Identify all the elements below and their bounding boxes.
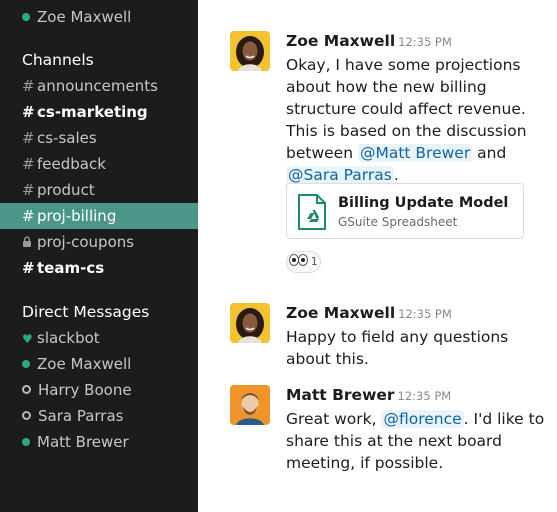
hash-icon: # bbox=[22, 181, 35, 199]
sidebar-item-team-cs[interactable]: # team-cs bbox=[0, 255, 198, 281]
attachment-subtitle: GSuite Spreadsheet bbox=[338, 215, 458, 229]
current-user[interactable]: Zoe Maxwell bbox=[0, 4, 198, 30]
sidebar-item-announcements[interactable]: # announcements bbox=[0, 73, 198, 99]
channel-label: proj-billing bbox=[37, 207, 117, 225]
message-time[interactable]: 12:35 PM bbox=[398, 35, 452, 49]
dm-item-matt-brewer[interactable]: Matt Brewer bbox=[0, 429, 198, 455]
text-fragment: Great work, bbox=[286, 410, 377, 428]
away-status-icon bbox=[22, 411, 31, 420]
message-content: Zoe Maxwell 12:35 PM Happy to field any q… bbox=[286, 303, 556, 370]
dm-label: Sara Parras bbox=[38, 407, 124, 425]
channels-header[interactable]: Channels bbox=[22, 49, 94, 71]
online-status-icon bbox=[22, 13, 30, 21]
text-line: share this at the next board bbox=[286, 432, 502, 450]
dm-item-sara-parras[interactable]: Sara Parras bbox=[0, 403, 198, 429]
dm-label: slackbot bbox=[37, 329, 100, 347]
reaction-count: 1 bbox=[310, 255, 318, 268]
text-fragment: between bbox=[286, 144, 354, 162]
sidebar-item-feedback[interactable]: # feedback bbox=[0, 151, 198, 177]
channel-label: feedback bbox=[37, 155, 106, 173]
dm-item-harry-boone[interactable]: Harry Boone bbox=[0, 377, 198, 403]
eyes-icon bbox=[289, 254, 309, 268]
text-fragment: and bbox=[477, 144, 507, 162]
message-text: Great work, @florence. I'd like to share… bbox=[286, 408, 556, 474]
text-line: Okay, I have some projections bbox=[286, 56, 521, 74]
sidebar-item-proj-coupons[interactable]: proj-coupons bbox=[0, 229, 198, 255]
hash-icon: # bbox=[22, 259, 35, 277]
away-status-icon bbox=[22, 385, 31, 394]
message: Zoe Maxwell 12:35 PM Happy to field any q… bbox=[230, 303, 550, 373]
text-fragment: . I'd like to bbox=[463, 410, 545, 428]
hash-icon: # bbox=[22, 129, 35, 147]
author-name[interactable]: Matt Brewer bbox=[286, 386, 395, 404]
text-line: between @Matt Brewer and bbox=[286, 142, 556, 164]
message: Matt Brewer 12:35 PM Great work, @florenc… bbox=[230, 385, 550, 485]
file-attachment[interactable]: Billing Update Model GSuite Spreadsheet bbox=[286, 183, 524, 239]
channel-label: cs-sales bbox=[37, 129, 97, 147]
text-line: structure could affect revenue. bbox=[286, 100, 526, 118]
heart-icon: ♥ bbox=[22, 332, 33, 346]
message-content: Zoe Maxwell 12:35 PM Okay, I have some pr… bbox=[286, 31, 556, 273]
google-drive-icon bbox=[298, 194, 326, 230]
channel-label: cs-marketing bbox=[37, 103, 148, 121]
direct-messages-header[interactable]: Direct Messages bbox=[22, 301, 149, 323]
sidebar-item-product[interactable]: # product bbox=[0, 177, 198, 203]
sidebar: Zoe Maxwell Channels # announcements # cs-… bbox=[0, 0, 198, 512]
hash-icon: # bbox=[22, 103, 35, 121]
avatar[interactable] bbox=[230, 303, 270, 343]
text-fragment: . bbox=[393, 166, 399, 184]
message: Zoe Maxwell 12:35 PM Okay, I have some pr… bbox=[230, 31, 550, 291]
sidebar-item-cs-sales[interactable]: # cs-sales bbox=[0, 125, 198, 151]
message-author[interactable]: Zoe Maxwell 12:35 PM bbox=[286, 303, 556, 324]
text-line: Happy to field any questions bbox=[286, 328, 509, 346]
dm-item-slackbot[interactable]: ♥ slackbot bbox=[0, 325, 198, 351]
hash-icon: # bbox=[22, 77, 35, 95]
message-time[interactable]: 12:35 PM bbox=[398, 307, 452, 321]
message-content: Matt Brewer 12:35 PM Great work, @florenc… bbox=[286, 385, 556, 474]
current-user-name: Zoe Maxwell bbox=[37, 8, 132, 26]
dm-label: Harry Boone bbox=[38, 381, 132, 399]
lock-icon bbox=[22, 229, 37, 255]
text-line: Great work, @florence. I'd like to bbox=[286, 408, 556, 430]
message-time[interactable]: 12:35 PM bbox=[398, 389, 452, 403]
mention-florence[interactable]: @florence bbox=[381, 410, 464, 428]
hash-icon: # bbox=[22, 155, 35, 173]
message-author[interactable]: Matt Brewer 12:35 PM bbox=[286, 385, 556, 406]
channel-label: product bbox=[37, 181, 95, 199]
online-status-icon bbox=[22, 360, 30, 368]
text-line: This is based on the discussion bbox=[286, 122, 527, 140]
avatar[interactable] bbox=[230, 385, 270, 425]
message-pane: Zoe Maxwell 12:35 PM Okay, I have some pr… bbox=[198, 0, 557, 512]
dm-item-zoe-maxwell[interactable]: Zoe Maxwell bbox=[0, 351, 198, 377]
author-name[interactable]: Zoe Maxwell bbox=[286, 304, 395, 322]
sidebar-item-proj-billing[interactable]: # proj-billing bbox=[0, 203, 198, 229]
mention-matt-brewer[interactable]: @Matt Brewer bbox=[357, 144, 473, 162]
message-text: Happy to field any questions about this. bbox=[286, 326, 556, 370]
channel-label: proj-coupons bbox=[37, 233, 135, 251]
avatar[interactable] bbox=[230, 31, 270, 71]
hash-icon: # bbox=[22, 207, 35, 225]
channel-label: announcements bbox=[37, 77, 158, 95]
text-line: about this. bbox=[286, 350, 369, 368]
sidebar-item-cs-marketing[interactable]: # cs-marketing bbox=[0, 99, 198, 125]
text-line: about how the new billing bbox=[286, 78, 487, 96]
mention-sara-parras[interactable]: @Sara Parras bbox=[286, 166, 394, 184]
channel-label: team-cs bbox=[37, 259, 105, 277]
dm-label: Matt Brewer bbox=[37, 433, 129, 451]
dm-label: Zoe Maxwell bbox=[37, 355, 132, 373]
online-status-icon bbox=[22, 438, 30, 446]
text-line: meeting, if possible. bbox=[286, 454, 444, 472]
message-text: Okay, I have some projections about how … bbox=[286, 54, 556, 186]
reaction-eyes[interactable]: 1 bbox=[286, 251, 321, 273]
message-author[interactable]: Zoe Maxwell 12:35 PM bbox=[286, 31, 556, 52]
attachment-title[interactable]: Billing Update Model bbox=[338, 195, 508, 211]
author-name[interactable]: Zoe Maxwell bbox=[286, 32, 395, 50]
